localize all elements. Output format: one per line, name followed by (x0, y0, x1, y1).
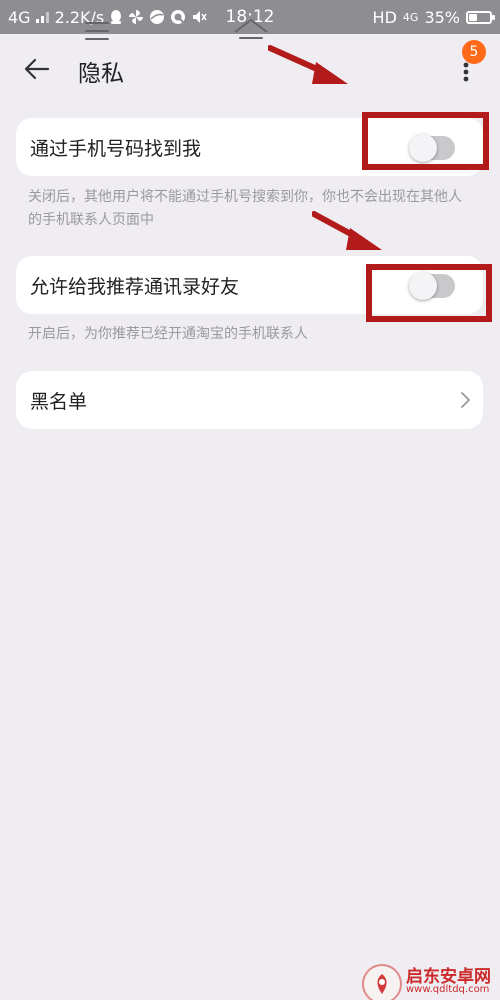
arrow-left-icon (24, 58, 50, 80)
page-title: 隐私 (78, 61, 124, 87)
header (0, 34, 500, 102)
setting-desc-recommend-contacts: 开启后，为你推荐已经开通淘宝的手机联系人 (28, 326, 308, 342)
mute-icon (191, 9, 207, 25)
more-vertical-icon (463, 62, 469, 82)
notification-badge: 5 (462, 40, 486, 64)
ball-icon (149, 9, 165, 25)
watermark-url: www.qdltdq.com (406, 984, 490, 995)
annotation-box (362, 112, 489, 170)
setting-desc-find-by-phone: 关闭后，其他用户将不能通过手机号搜索到你，你也不会出现在其他人的手机联系人页面中 (28, 189, 462, 228)
hd-indicator: HD (372, 7, 397, 27)
search-q-icon (170, 9, 186, 25)
battery-percent: 35% (424, 7, 460, 27)
blacklist-label: 黑名单 (30, 390, 88, 413)
status-right: HD 4G 35% (372, 7, 495, 27)
home-icon[interactable] (232, 16, 270, 44)
watermark-logo-icon (362, 964, 402, 1000)
network-type: 4G (8, 7, 31, 27)
annotation-arrow-icon (312, 211, 382, 250)
network-type-right: 4G (402, 10, 419, 24)
setting-label-recommend-contacts: 允许给我推荐通讯录好友 (30, 275, 240, 298)
signal-icon (35, 11, 50, 23)
battery-icon (466, 10, 495, 24)
annotation-box (366, 264, 492, 322)
blacklist-item[interactable]: 黑名单 (16, 371, 483, 429)
setting-label-find-by-phone: 通过手机号码找到我 (30, 137, 202, 160)
pinwheel-icon (128, 9, 144, 25)
qq-icon (109, 9, 123, 25)
chevron-right-icon (461, 392, 471, 408)
back-button[interactable] (20, 52, 54, 86)
annotation-arrow-icon (268, 45, 348, 84)
menu-icon[interactable] (84, 20, 110, 42)
watermark: 启东安卓网 www.qdltdq.com (362, 960, 500, 1000)
